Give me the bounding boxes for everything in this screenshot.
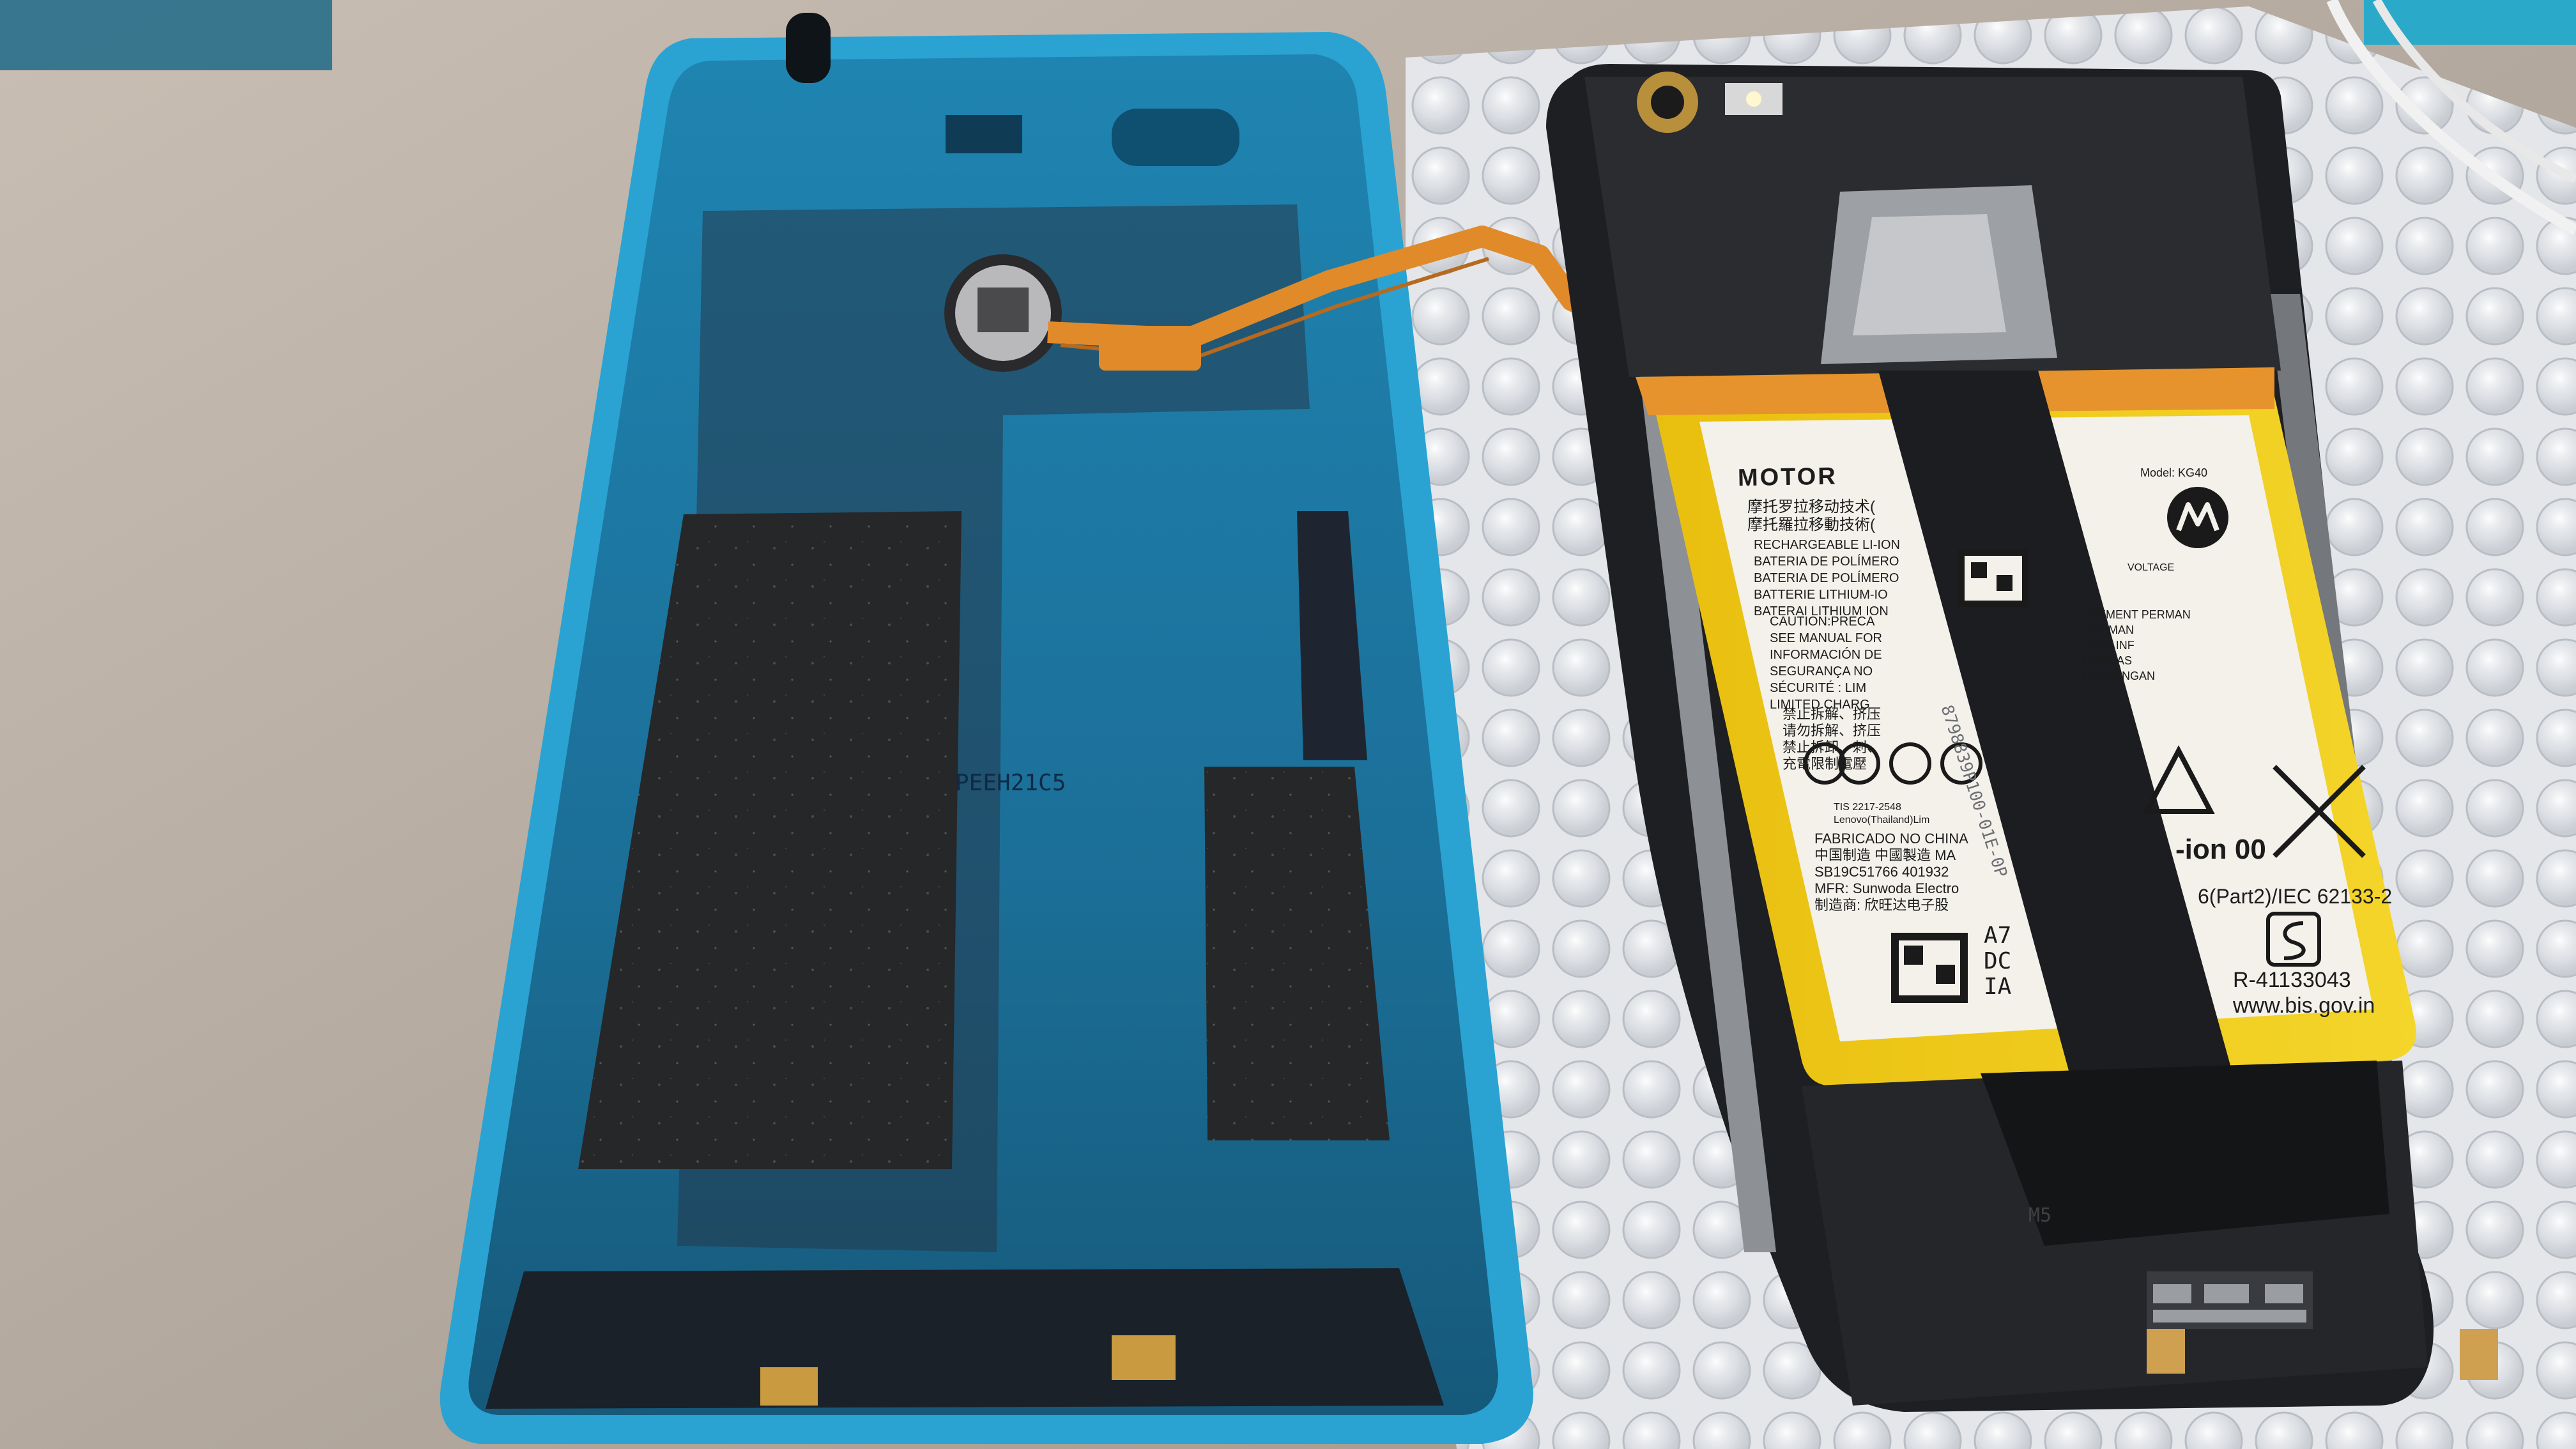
photo-scene: PEEH21C5 MOTOR Model: KG40 VOLTAGE 摩托罗拉移… <box>0 0 2576 1449</box>
frame-gasket-text: M5 <box>2028 1204 2052 1227</box>
battery-warning-line: 请勿拆解、挤压 <box>1782 723 1882 739</box>
battery-brand: MOTOR <box>1737 463 1838 492</box>
battery-code-block: A7 DC IA <box>1984 923 2011 1000</box>
battery-type-line: BATERIA DE POLÍMERO <box>1754 555 1899 569</box>
battery-code-i: IA <box>1984 974 2012 1000</box>
battery-model: Model: KG40 <box>2140 466 2208 479</box>
battery-ion-text: -ion 00 <box>2175 834 2266 865</box>
photo-illustration <box>0 0 2576 1449</box>
battery-warning-line: 禁止拆解、挤压 <box>1782 706 1882 722</box>
battery-type-line: BATTERIE LITHIUM-IO <box>1754 588 1888 602</box>
battery-right-caution-line: SSEMENT PERMAN <box>2083 608 2191 621</box>
battery-part-number: SB19C51766 401932 <box>1814 864 1949 880</box>
battery-right-caution-line: ETEGANGAN <box>2083 670 2156 682</box>
battery-warning-line: 禁止拆卸、刺、 <box>1782 739 1882 755</box>
battery-fabricado: FABRICADO NO CHINA <box>1814 831 1968 847</box>
battery-caution-line: SEGURANÇA NO <box>1770 664 1873 678</box>
battery-mfr: MFR: Sunwoda Electro <box>1814 880 1959 896</box>
battery-website: www.bis.gov.in <box>2233 993 2375 1018</box>
battery-chinese-block: 摩托罗拉移动技术( 摩托羅拉移動技術( <box>1747 498 1875 534</box>
battery-type-line: RECHARGEABLE LI-ION <box>1754 538 1900 552</box>
battery-warning-line: 充電限制電壓 <box>1782 756 1867 772</box>
battery-voltage-label: VOLTAGE <box>2128 562 2175 573</box>
battery-caution-block: CAUTION:PRECA SEE MANUAL FOR INFORMACIÓN… <box>1770 613 1882 713</box>
battery-code-a: A7 <box>1984 923 2012 949</box>
battery-code-d: DC <box>1984 948 2012 974</box>
battery-tis: TIS 2217-2548 <box>1834 802 1901 813</box>
battery-origin-block: FABRICADO NO CHINA 中国制造 中國製造 MA SB19C517… <box>1814 831 1968 914</box>
battery-right-caution-line: VEA MAN <box>2083 624 2135 636</box>
back-cover-molded-code: PEEH21C5 <box>955 770 1066 796</box>
battery-right-caution-line: FORMAS <box>2083 654 2133 667</box>
battery-tis-sub: Lenovo(Thailand)Lim <box>1834 815 1930 825</box>
battery-caution-line: SEE MANUAL FOR <box>1770 631 1882 645</box>
battery-type-block: RECHARGEABLE LI-ION BATERIA DE POLÍMERO … <box>1754 537 1900 620</box>
battery-chinese-line: 摩托羅拉移動技術( <box>1747 516 1875 533</box>
battery-r-number: R-41133043 <box>2233 968 2351 992</box>
battery-warning-block: 禁止拆解、挤压 请勿拆解、挤压 禁止拆卸、刺、 充電限制電壓 <box>1782 706 1881 772</box>
battery-caution-line: SÉCURITÉ : LIM <box>1770 681 1867 695</box>
battery-type-line: BATERIA DE POLÍMERO <box>1754 571 1899 585</box>
battery-made-in: 中国制造 中國製造 MA <box>1814 847 1956 863</box>
battery-chinese-line: 摩托罗拉移动技术( <box>1747 498 1875 516</box>
battery-right-caution-block: SSEMENT PERMAN VEA MAN PARA INF FORMAS E… <box>2083 607 2191 684</box>
battery-caution-line: INFORMACIÓN DE <box>1770 648 1882 662</box>
battery-mfr-cn: 制造商: 欣旺达电子股 <box>1814 897 1949 913</box>
battery-right-caution-line: PARA INF <box>2083 639 2135 652</box>
battery-iec-text: 6(Part2)/IEC 62133-2 <box>2198 885 2393 908</box>
battery-caution-line: CAUTION:PRECA <box>1770 615 1875 629</box>
